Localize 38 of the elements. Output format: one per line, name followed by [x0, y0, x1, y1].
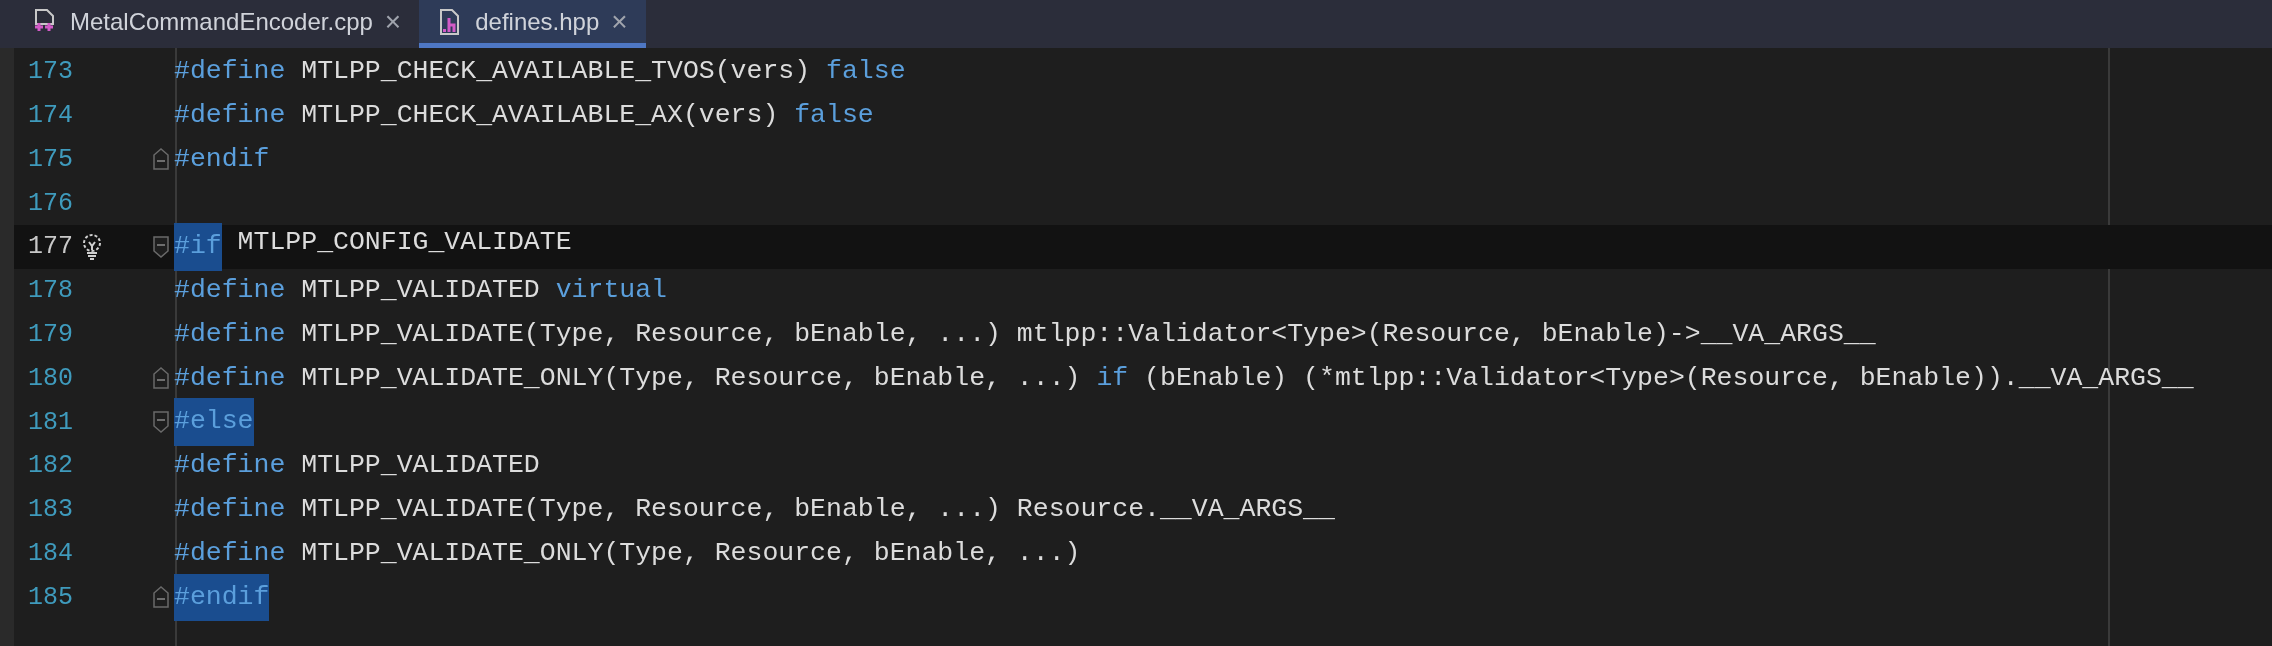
- code-keyword: #define: [174, 449, 286, 483]
- code-keyword: #define: [174, 493, 286, 526]
- code-text: MTLPP_CHECK_AVAILABLE_AX(vers): [300, 98, 780, 132]
- code-keyword: #else: [174, 398, 254, 447]
- code-keyword: #endif: [174, 142, 270, 176]
- fold-icon[interactable]: [153, 585, 169, 610]
- code-text: MTLPP_VALIDATE(Type, Resource, bEnable, ...) mtlpp::Validator<Type>(Resource, bEnable)->__VA_ARGS__: [300, 317, 1876, 351]
- code-keyword: #define: [174, 55, 286, 88]
- fold-icon[interactable]: [153, 147, 169, 172]
- code-text: MTLPP_VALIDATED: [300, 274, 541, 307]
- code-text: MTLPP_CONFIG_VALIDATE: [236, 226, 572, 260]
- code-keyword: if: [1096, 361, 1129, 395]
- lightbulb-icon[interactable]: [81, 233, 103, 262]
- code-keyword: virtual: [555, 274, 667, 307]
- code-keyword: #define: [174, 536, 286, 570]
- code-text: (bEnable) (*mtlpp::Validator<Type>(Resource, bEnable)).__VA_ARGS__: [1143, 361, 2194, 395]
- code-keyword: #define: [174, 361, 286, 395]
- fold-icon[interactable]: [153, 235, 169, 260]
- code-keyword: #define: [174, 317, 286, 351]
- code-keyword: false: [794, 98, 874, 132]
- code-text: MTLPP_VALIDATE_ONLY(Type, Resource, bEnable, ...): [300, 536, 1081, 570]
- code-text: MTLPP_VALIDATE(Type, Resource, bEnable, ...) Resource.__VA_ARGS__: [300, 493, 1335, 526]
- tab-label: MetalCommandEncoder.cpp: [70, 6, 373, 37]
- code-text: MTLPP_VALIDATE_ONLY(Type, Resource, bEnable, ...): [300, 361, 1082, 395]
- close-icon[interactable]: ×: [611, 7, 628, 36]
- close-icon[interactable]: ×: [384, 7, 402, 36]
- tab-label: defines.hpp: [475, 6, 600, 37]
- fold-icon[interactable]: [153, 366, 169, 391]
- code-keyword: #define: [174, 98, 286, 132]
- code-text: MTLPP_VALIDATED: [300, 449, 540, 483]
- code-keyword: #if: [174, 223, 222, 271]
- editor-tab[interactable]: defines.hpp ×: [419, 0, 646, 48]
- code-keyword: #endif: [174, 573, 270, 622]
- code-text: MTLPP_CHECK_AVAILABLE_TVOS(vers): [300, 55, 812, 88]
- editor-tab[interactable]: MetalCommandEncoder.cpp ×: [14, 0, 420, 48]
- code-keyword: false: [826, 55, 906, 88]
- fold-icon[interactable]: [153, 410, 169, 435]
- code-keyword: #define: [174, 274, 286, 307]
